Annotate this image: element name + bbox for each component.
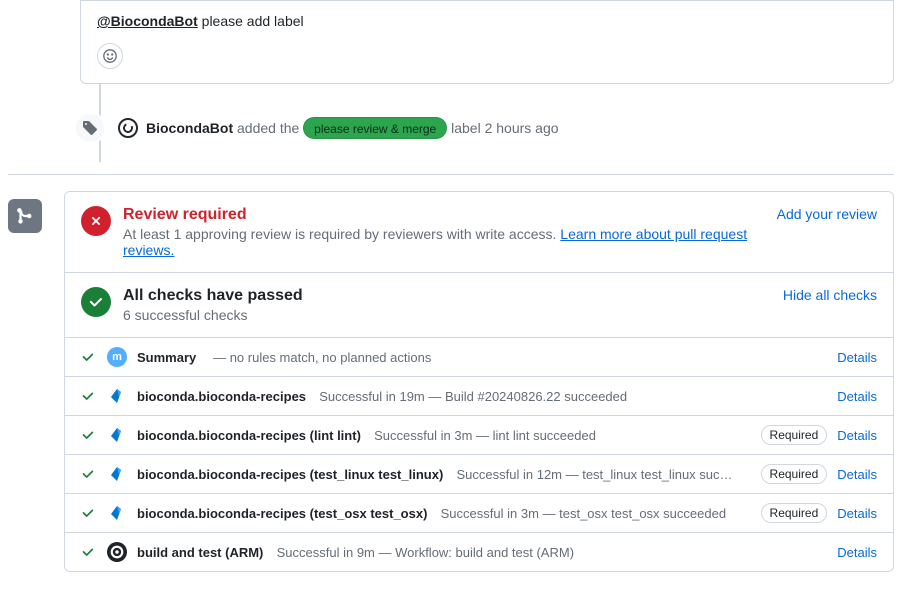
checks-subtitle: 6 successful checks — [123, 307, 771, 323]
check-row: bioconda.bioconda-recipes (test_osx test… — [65, 493, 893, 532]
check-detail: Successful in 3m — test_osx test_osx suc… — [433, 506, 726, 521]
check-name: bioconda.bioconda-recipes (test_linux te… — [137, 467, 443, 482]
details-link[interactable]: Details — [837, 389, 877, 404]
check-icon — [81, 506, 97, 520]
job-avatar: m — [107, 347, 127, 367]
details-link[interactable]: Details — [837, 506, 877, 521]
job-avatar — [107, 464, 127, 484]
check-row: bioconda.bioconda-recipes Successful in … — [65, 376, 893, 415]
check-icon — [81, 467, 97, 481]
merge-status-icon — [8, 199, 42, 233]
check-icon — [88, 294, 104, 310]
check-icon — [81, 545, 97, 559]
check-icon — [81, 389, 97, 403]
job-avatar — [107, 542, 127, 562]
check-row: bioconda.bioconda-recipes (test_linux te… — [65, 454, 893, 493]
review-status-icon — [81, 206, 111, 236]
required-badge: Required — [761, 425, 828, 445]
check-icon — [81, 350, 97, 364]
smiley-icon — [102, 48, 118, 64]
checks-title: All checks have passed — [123, 287, 771, 305]
comment-text: please add label — [198, 13, 304, 29]
check-detail: Successful in 9m — Workflow: build and t… — [269, 545, 574, 560]
merge-panel: Review required At least 1 approving rev… — [64, 191, 894, 572]
tag-icon-badge — [74, 112, 106, 144]
add-reaction-button[interactable] — [97, 43, 123, 69]
x-icon — [89, 214, 103, 228]
label-pill[interactable]: please review & merge — [303, 117, 447, 139]
actor-name[interactable]: BiocondaBot — [146, 120, 233, 136]
event-text-pre: added the — [233, 120, 303, 136]
check-name: build and test (ARM) — [137, 545, 263, 560]
check-detail: Successful in 12m — test_linux test_linu… — [449, 467, 732, 482]
check-name: Summary — [137, 350, 196, 365]
required-badge: Required — [761, 503, 828, 523]
check-row: build and test (ARM) Successful in 9m — … — [65, 532, 893, 571]
details-link[interactable]: Details — [837, 545, 877, 560]
actor-avatar[interactable] — [118, 118, 138, 138]
comment-body: @BiocondaBot please add label — [97, 13, 877, 29]
check-name: bioconda.bioconda-recipes (lint lint) — [137, 428, 361, 443]
job-avatar — [107, 386, 127, 406]
check-detail: Successful in 3m — lint lint succeeded — [367, 428, 596, 443]
label-event: BiocondaBot added the please review & me… — [8, 94, 894, 162]
comment-box: @BiocondaBot please add label — [80, 0, 894, 84]
mention-link[interactable]: @BiocondaBot — [97, 13, 198, 29]
check-name: bioconda.bioconda-recipes — [137, 389, 306, 404]
details-link[interactable]: Details — [837, 428, 877, 443]
job-avatar — [107, 503, 127, 523]
checks-status-icon — [81, 287, 111, 317]
review-title: Review required — [123, 206, 765, 224]
add-review-link[interactable]: Add your review — [777, 206, 877, 222]
check-detail: — no rules match, no planned actions — [202, 350, 431, 365]
required-badge: Required — [761, 464, 828, 484]
job-avatar — [107, 425, 127, 445]
checks-list: m Summary — no rules match, no planned ac… — [65, 337, 893, 571]
check-icon — [81, 428, 97, 442]
hide-checks-link[interactable]: Hide all checks — [783, 287, 877, 303]
check-row: m Summary — no rules match, no planned ac… — [65, 337, 893, 376]
check-row: bioconda.bioconda-recipes (lint lint) Su… — [65, 415, 893, 454]
details-link[interactable]: Details — [837, 467, 877, 482]
check-detail: Successful in 19m — Build #20240826.22 s… — [312, 389, 627, 404]
git-merge-icon — [16, 207, 34, 225]
tag-icon — [82, 120, 98, 136]
event-text-post: label 2 hours ago — [447, 120, 558, 136]
details-link[interactable]: Details — [837, 350, 877, 365]
review-subtitle: At least 1 approving review is required … — [123, 226, 765, 258]
check-name: bioconda.bioconda-recipes (test_osx test… — [137, 506, 427, 521]
